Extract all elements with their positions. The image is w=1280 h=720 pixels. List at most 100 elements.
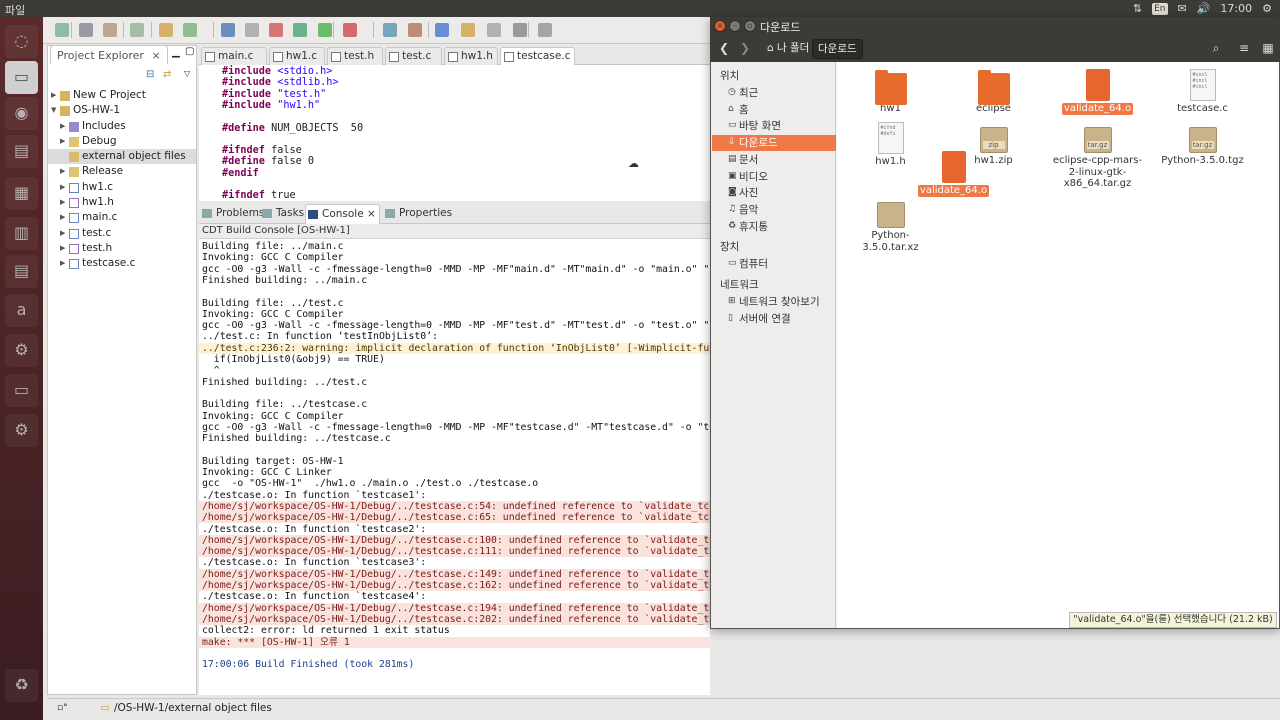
- tree-item[interactable]: ▶ main.c: [48, 210, 196, 225]
- settings2-icon[interactable]: ⚙: [5, 414, 38, 447]
- network-icon[interactable]: ⇅: [1133, 2, 1142, 15]
- toolbar-button-icon[interactable]: [318, 23, 332, 37]
- tab-test-c[interactable]: test.c: [385, 47, 442, 65]
- toolbar-button-icon[interactable]: [487, 23, 501, 37]
- breadcrumb-downloads[interactable]: 다운로드: [812, 39, 863, 59]
- tab-testcase-c[interactable]: testcase.c ×: [500, 47, 575, 79]
- toolbar-button-icon[interactable]: [103, 23, 117, 37]
- dash-icon[interactable]: ◌: [5, 25, 38, 58]
- clock[interactable]: 17:00: [1220, 2, 1252, 15]
- file-item[interactable]: #incl #incl #incl testcase.c: [1155, 69, 1250, 115]
- tree-item[interactable]: ▶ test.h: [48, 241, 196, 256]
- sidebar-item[interactable]: ⌂ 홈: [712, 102, 836, 118]
- text-icon[interactable]: ▤: [5, 255, 38, 288]
- sidebar-item[interactable]: ▤ 문서: [712, 152, 836, 168]
- settings-icon[interactable]: ⚙: [5, 334, 38, 367]
- file-item[interactable]: Python-3.5.0.tar.xz: [843, 197, 938, 253]
- sidebar-item[interactable]: ♫ 음악: [712, 202, 836, 218]
- tab-properties[interactable]: Properties: [383, 204, 453, 224]
- tab-test-h[interactable]: test.h: [327, 47, 383, 65]
- trash-icon[interactable]: ♻: [5, 669, 38, 702]
- toolbar-button-icon[interactable]: [461, 23, 475, 37]
- file-item[interactable]: eclipse: [946, 69, 1041, 115]
- document-icon[interactable]: ▤: [5, 135, 38, 168]
- minimize-icon[interactable]: ▁: [172, 47, 180, 58]
- sidebar-item[interactable]: ♻ 휴지통: [712, 219, 836, 235]
- toolbar-button-icon[interactable]: [343, 23, 357, 37]
- breadcrumb-home[interactable]: ⌂ 나 폴더: [762, 39, 814, 59]
- toolbar-button-icon[interactable]: [408, 23, 422, 37]
- file-item[interactable]: hw1: [843, 69, 938, 115]
- toolbar-button-icon[interactable]: [245, 23, 259, 37]
- sidebar-item[interactable]: ⊞ 네트워크 찾아보기: [712, 294, 836, 310]
- toolbar-button-icon[interactable]: [183, 23, 197, 37]
- sidebar-item[interactable]: ▣ 비디오: [712, 169, 836, 185]
- collapsed-arrow-icon[interactable]: ▶: [60, 164, 68, 179]
- collapsed-arrow-icon[interactable]: ▶: [60, 241, 68, 256]
- link-editor-icon[interactable]: ⇄: [163, 69, 171, 80]
- tab-tasks[interactable]: Tasks: [260, 204, 304, 224]
- toolbar-button-icon[interactable]: [269, 23, 283, 37]
- toolbar-button-icon[interactable]: [293, 23, 307, 37]
- toolbar-button-icon[interactable]: [159, 23, 173, 37]
- view-list-icon[interactable]: ≡: [1234, 40, 1254, 58]
- toolbar-button-icon[interactable]: [221, 23, 235, 37]
- collapsed-arrow-icon[interactable]: ▶: [60, 210, 68, 225]
- tab-console[interactable]: Console ×: [305, 204, 380, 224]
- presentation-icon[interactable]: ▥: [5, 217, 38, 250]
- close-icon[interactable]: ×: [151, 49, 160, 62]
- maximize-icon[interactable]: ▢: [185, 46, 194, 57]
- tab-hw1-h[interactable]: hw1.h: [444, 47, 498, 65]
- view-menu-icon[interactable]: ▽: [184, 69, 190, 78]
- chromium-icon[interactable]: ◉: [5, 97, 38, 130]
- view-grid-icon[interactable]: ▦: [1258, 40, 1278, 58]
- tab-hw1-c[interactable]: hw1.c: [269, 47, 325, 65]
- spreadsheet-icon[interactable]: ▦: [5, 177, 38, 210]
- minimize-window-button[interactable]: –: [729, 20, 741, 32]
- power-icon[interactable]: ⚙: [1262, 2, 1272, 15]
- tree-item[interactable]: ▶ test.c: [48, 226, 196, 241]
- toolbar-button-icon[interactable]: [79, 23, 93, 37]
- toolbar-button-icon[interactable]: [130, 23, 144, 37]
- close-icon[interactable]: ×: [364, 208, 376, 220]
- sidebar-item[interactable]: ◙ 사진: [712, 185, 836, 201]
- sidebar-item[interactable]: ▯ 서버에 연결: [712, 311, 836, 327]
- volume-icon[interactable]: 🔊: [1197, 2, 1211, 15]
- forward-button[interactable]: ❯: [735, 40, 755, 58]
- toolbar-button-icon[interactable]: [513, 23, 527, 37]
- sidebar-item[interactable]: ▭ 컴퓨터: [712, 256, 836, 272]
- sidebar-item[interactable]: ◷ 최근: [712, 85, 836, 101]
- tree-item[interactable]: ▼ OS-HW-1: [48, 103, 196, 118]
- tree-item[interactable]: external object files: [48, 149, 196, 165]
- file-item[interactable]: validate_64.o: [1050, 69, 1145, 115]
- toolbar-button-icon[interactable]: [383, 23, 397, 37]
- tree-item[interactable]: ▶ hw1.c: [48, 180, 196, 195]
- collapsed-arrow-icon[interactable]: ▶: [60, 195, 68, 210]
- collapsed-arrow-icon[interactable]: ▶: [60, 134, 68, 149]
- files-icon[interactable]: ▭: [5, 61, 38, 94]
- tab-problems[interactable]: Problems: [200, 204, 264, 224]
- sidebar-item[interactable]: ⇩ 다운로드: [712, 135, 836, 152]
- tab-main-c[interactable]: main.c: [201, 47, 267, 65]
- close-window-button[interactable]: ×: [714, 20, 726, 32]
- collapsed-arrow-icon[interactable]: ▶: [60, 226, 68, 241]
- tree-item[interactable]: ▶ New C Project: [48, 88, 196, 103]
- new-icon[interactable]: ▫°: [57, 699, 68, 718]
- tree-item[interactable]: ▶ hw1.h: [48, 195, 196, 210]
- tree-item[interactable]: ▶ testcase.c: [48, 256, 196, 271]
- console-output[interactable]: Building file: ../main.c Invoking: GCC C …: [199, 239, 710, 695]
- search-icon[interactable]: ⌕: [1206, 40, 1226, 58]
- file-item[interactable]: tar.gz Python-3.5.0.tgz: [1155, 122, 1250, 167]
- terminal-icon[interactable]: ▭: [5, 374, 38, 407]
- maximize-window-button[interactable]: ▫: [744, 20, 756, 32]
- tree-item[interactable]: ▶ Includes: [48, 119, 196, 134]
- tree-item[interactable]: ▶ Debug: [48, 134, 196, 149]
- collapsed-arrow-icon[interactable]: ▶: [60, 180, 68, 195]
- expanded-arrow-icon[interactable]: ▼: [51, 103, 59, 118]
- collapsed-arrow-icon[interactable]: ▶: [51, 88, 59, 103]
- collapsed-arrow-icon[interactable]: ▶: [60, 119, 68, 134]
- file-item[interactable]: tar.gz eclipse-cpp-mars-2-linux-gtk-x86_6…: [1050, 122, 1145, 190]
- amazon-icon[interactable]: a: [5, 294, 38, 327]
- toolbar-button-icon[interactable]: [55, 23, 69, 37]
- tab-project-explorer[interactable]: Project Explorer ×: [50, 45, 168, 64]
